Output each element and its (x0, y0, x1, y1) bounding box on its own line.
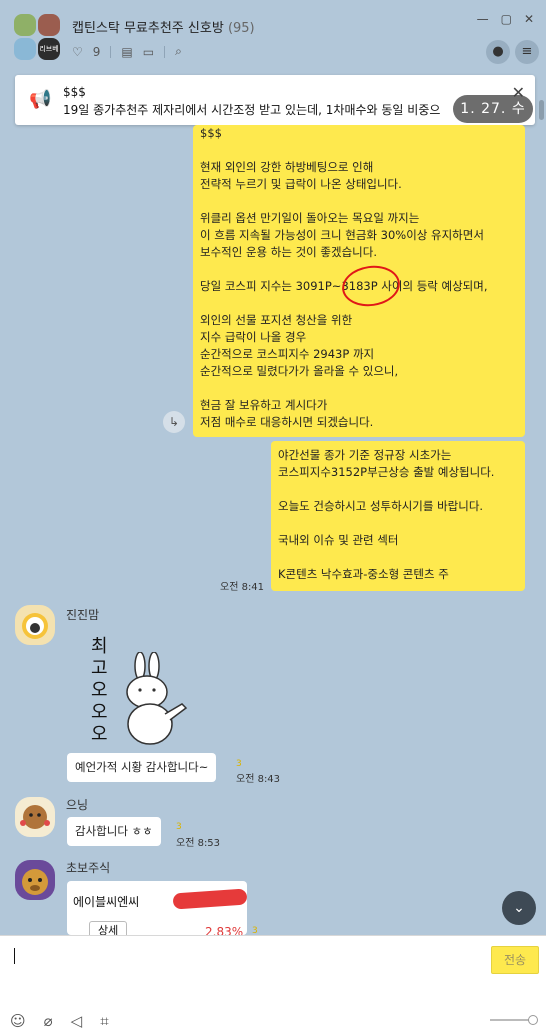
avatar-image (20, 805, 50, 829)
heart-icon[interactable]: ♡ (72, 45, 83, 59)
avatar-image (22, 869, 48, 895)
chat-header: 리브베 캡틴스탁 무료추천주 신호방 (95) ♡ 9 ▤ ▭ ⌕ — ▢ ✕ … (0, 0, 546, 74)
received-message-bubble[interactable]: 감사합니다 ㅎㅎ (67, 817, 161, 846)
sender-name: 초보주식 (66, 861, 111, 875)
sent-message-bubble[interactable]: 야간선물 종가 기준 정규장 시초가는코스피지수3152P부근상승 출발 예상됩… (271, 441, 525, 591)
member-count: (95) (227, 21, 255, 36)
sender-name: 으닝 (66, 798, 89, 812)
detail-button[interactable]: 상세 (89, 921, 128, 935)
rabbit-sticker[interactable] (110, 652, 190, 748)
drawer-icon[interactable]: ▭ (143, 45, 154, 59)
notice-line-2: 19일 종가추천주 제자리에서 시간조정 받고 있는데, 1차매수와 동일 비중… (63, 103, 441, 117)
message-time: 오전 8:43 (236, 774, 281, 785)
attach-icon[interactable]: ⌀ (44, 1012, 53, 1030)
chat-meta-bar: ♡ 9 ▤ ▭ ⌕ (72, 44, 182, 59)
message-line: 위클리 옵션 만기일이 돌아오는 목요일 까지는 (200, 211, 420, 225)
input-toolbar: ☺ ⌀ ◁ ⌗ (10, 1012, 109, 1030)
message-line (200, 380, 518, 397)
message-line: 이 흐름 지속될 가능성이 크니 현금화 30%이상 유지하면서 (200, 228, 484, 242)
change-percent: 2.83% (205, 925, 244, 935)
avatar (38, 14, 60, 36)
emoji-icon[interactable]: ☺ (10, 1012, 26, 1030)
avatar: 리브베 (38, 38, 60, 60)
message-line: $$$ (200, 126, 222, 140)
redacted-mark (172, 888, 247, 910)
sender-name: 진진맘 (66, 608, 100, 622)
avatar (14, 38, 36, 60)
avatar-image (22, 613, 48, 639)
avatar[interactable] (15, 797, 55, 837)
capture-icon[interactable]: ⌗ (100, 1012, 108, 1030)
avatar (14, 14, 36, 36)
message-time: 오전 8:41 (220, 582, 265, 593)
divider (164, 45, 166, 58)
text-caret (14, 948, 15, 964)
message-line: 보수적인 운용 하는 것이 좋겠습니다. (200, 245, 377, 259)
message-line: 외인의 선물 포지션 청산을 위한 (200, 313, 353, 327)
message-line: 지수 급락이 나올 경우 (200, 330, 307, 344)
announce-icon[interactable]: ◁ (71, 1012, 83, 1030)
like-count: 9 (92, 44, 101, 59)
message-line: 저점 매수로 대응하시면 되겠습니다. (200, 415, 374, 429)
group-avatars[interactable]: 리브베 (14, 14, 62, 62)
avatar[interactable] (15, 860, 55, 900)
message-line (278, 549, 518, 566)
scroll-to-bottom-button[interactable]: ⌄ (502, 891, 536, 925)
message-line (278, 481, 518, 498)
date-pill: 1. 27. 수 (453, 95, 533, 123)
message-line: 코스피지수3152P부근상승 출발 예상됩니다. (278, 465, 495, 479)
message-line (200, 142, 518, 159)
minimize-icon[interactable]: — (477, 12, 489, 26)
avatar[interactable] (15, 605, 55, 645)
message-line: 오늘도 건승하시고 성투하시기를 바랍니다. (278, 499, 484, 513)
divider (110, 45, 112, 58)
message-line: K콘텐츠 낙수효과-중소형 콘텐츠 주 (278, 567, 449, 581)
message-line: 현금 잘 보유하고 계시다가 (200, 398, 328, 412)
message-line: 전략적 누르기 및 급락이 나온 상태입니다. (200, 177, 402, 191)
scrollbar[interactable] (539, 100, 544, 120)
menu-icon[interactable]: ≡ (515, 40, 539, 64)
message-line: 국내외 이슈 및 관련 섹터 (278, 533, 399, 547)
search-icon[interactable]: ⌕ (175, 44, 182, 59)
message-line (200, 193, 518, 210)
stock-card[interactable]: 에이블씨엔씨 상세 2.83% (67, 881, 247, 935)
message-line: 순간적으로 코스피지수 2943P 까지 (200, 347, 375, 361)
notice-icon[interactable]: ▤ (121, 45, 132, 59)
maximize-icon[interactable]: ▢ (501, 12, 512, 26)
close-icon[interactable]: ✕ (524, 12, 534, 26)
unread-count: 3 (236, 759, 242, 769)
sticker-text: 최고오오오 (91, 636, 108, 745)
send-button[interactable]: 전송 (491, 946, 539, 974)
message-line: 순간적으로 밀렸다가가 올라올 수 있으니, (200, 364, 399, 378)
share-icon[interactable]: ↳ (163, 411, 185, 433)
bell-icon[interactable]: ● (486, 40, 510, 64)
window-controls: — ▢ ✕ (477, 12, 534, 26)
chat-title-text: 캡틴스탁 무료추천주 신호방 (72, 21, 224, 36)
chat-title: 캡틴스탁 무료추천주 신호방 (95) (72, 17, 255, 36)
message-line (278, 515, 518, 532)
message-text: 야간선물 종가 기준 정규장 시초가는코스피지수3152P부근상승 출발 예상됩… (278, 447, 518, 583)
unread-count: 3 (176, 822, 182, 832)
slider-handle[interactable] (528, 1015, 538, 1025)
message-time: 오전 8:53 (176, 838, 221, 849)
message-line: 현재 외인의 강한 하방베팅으로 인해 (200, 160, 374, 174)
received-message-bubble[interactable]: 예언가적 시황 감사합니다~ (67, 753, 217, 782)
megaphone-icon: 📢 (29, 89, 52, 110)
notice-line-1: $$$ (63, 85, 86, 99)
card-title: 에이블씨엔씨 (73, 895, 140, 909)
message-line: 야간선물 종가 기준 정규장 시초가는 (278, 448, 452, 462)
opacity-slider[interactable] (490, 1015, 538, 1025)
message-input-area[interactable]: 전송 ☺ ⌀ ◁ ⌗ (0, 935, 546, 1035)
